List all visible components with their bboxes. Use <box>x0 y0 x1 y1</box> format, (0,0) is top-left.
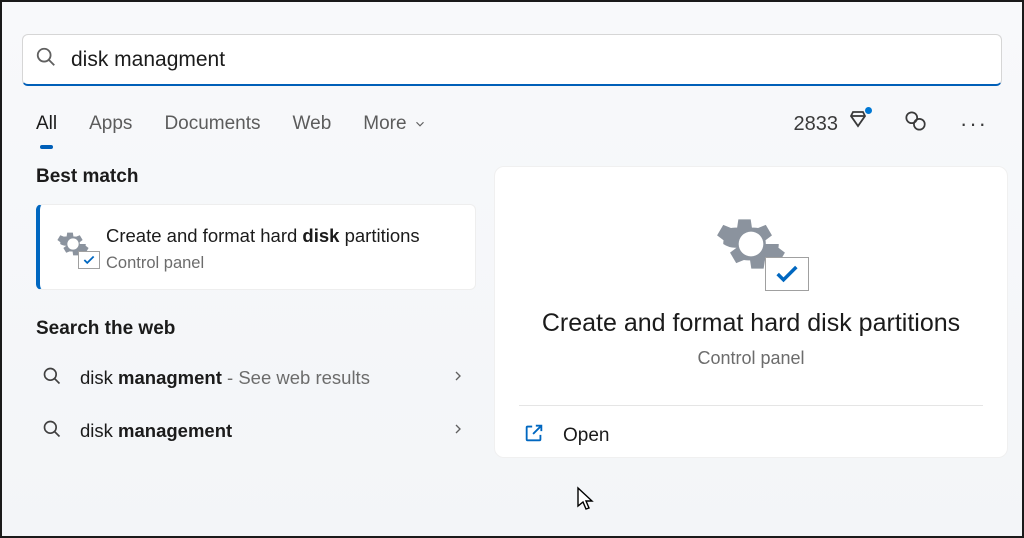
tab-more-label: More <box>363 113 406 135</box>
external-link-icon <box>523 422 545 450</box>
tab-web[interactable]: Web <box>293 113 332 149</box>
tab-more[interactable]: More <box>363 113 426 149</box>
web-result-item[interactable]: disk management <box>36 405 476 458</box>
tab-apps[interactable]: Apps <box>89 113 132 149</box>
chat-icon[interactable] <box>902 108 928 154</box>
best-match-title: Create and format hard disk partitions <box>106 223 420 250</box>
search-icon <box>42 419 62 444</box>
points-value: 2833 <box>794 113 839 136</box>
search-input[interactable] <box>71 48 989 72</box>
web-result-label: disk managment - See web results <box>80 367 432 389</box>
chevron-right-icon <box>450 420 466 442</box>
web-result-item[interactable]: disk managment - See web results <box>36 352 476 405</box>
more-options-icon[interactable]: ··· <box>960 111 988 151</box>
mouse-cursor <box>576 486 596 512</box>
search-box[interactable] <box>22 34 1002 86</box>
search-web-header: Search the web <box>36 318 476 340</box>
control-panel-icon-large <box>711 207 791 281</box>
best-match-header: Best match <box>36 166 476 188</box>
detail-title: Create and format hard disk partitions <box>542 309 960 338</box>
rewards-points[interactable]: 2833 <box>794 109 871 153</box>
tab-documents[interactable]: Documents <box>164 113 260 149</box>
chevron-down-icon <box>413 117 427 131</box>
divider <box>519 405 983 406</box>
detail-panel: Create and format hard disk partitions C… <box>494 166 1008 458</box>
tab-all[interactable]: All <box>36 113 57 149</box>
control-panel-icon <box>56 227 90 261</box>
rewards-icon <box>846 109 870 139</box>
open-label: Open <box>563 425 609 447</box>
search-icon <box>42 366 62 391</box>
search-icon <box>35 46 57 73</box>
filter-tabs: All Apps Documents Web More 2833 ··· <box>2 86 1022 154</box>
open-action[interactable]: Open <box>519 422 609 450</box>
chevron-right-icon <box>450 367 466 389</box>
detail-subtitle: Control panel <box>697 348 804 369</box>
best-match-result[interactable]: Create and format hard disk partitions C… <box>36 204 476 290</box>
web-result-label: disk management <box>80 420 432 442</box>
best-match-subtitle: Control panel <box>106 254 420 273</box>
